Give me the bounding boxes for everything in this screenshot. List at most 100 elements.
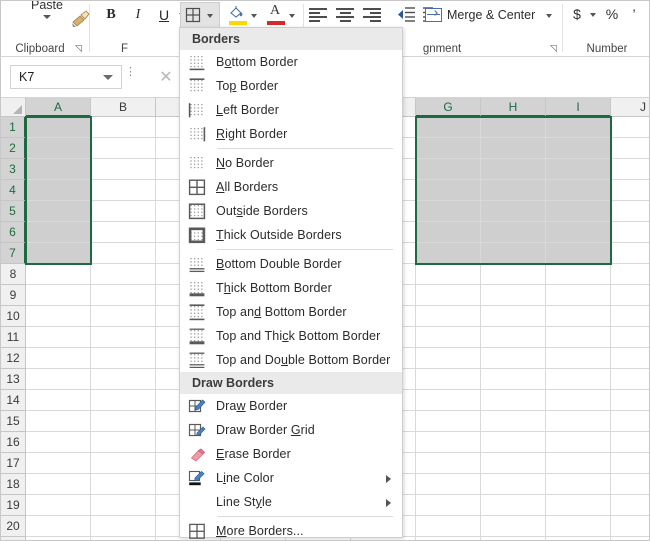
cell-B6[interactable]	[91, 222, 156, 243]
cell-J20[interactable]	[611, 516, 650, 537]
cell-H8[interactable]	[481, 264, 546, 285]
row-header-2[interactable]: 2	[1, 138, 26, 159]
cell-G8[interactable]	[416, 264, 481, 285]
row-header-5[interactable]: 5	[1, 201, 26, 222]
cell-G1[interactable]	[416, 117, 481, 138]
cell-G3[interactable]	[416, 159, 481, 180]
cell-H3[interactable]	[481, 159, 546, 180]
cell-J3[interactable]	[611, 159, 650, 180]
cell-A17[interactable]	[26, 453, 91, 474]
cell-J17[interactable]	[611, 453, 650, 474]
cell-I4[interactable]	[546, 180, 611, 201]
cell-H21[interactable]	[481, 537, 546, 541]
cell-H6[interactable]	[481, 222, 546, 243]
cell-B10[interactable]	[91, 306, 156, 327]
cell-H5[interactable]	[481, 201, 546, 222]
cell-I5[interactable]	[546, 201, 611, 222]
menu-item-bottom-border[interactable]: Bottom Border	[180, 50, 402, 74]
font-color-button[interactable]: A	[265, 4, 287, 26]
align-center-icon[interactable]	[336, 6, 356, 24]
row-header-15[interactable]: 15	[1, 411, 26, 432]
menu-item-draw-border[interactable]: Draw Border	[180, 394, 402, 418]
menu-item-line-style[interactable]: Line Style	[180, 490, 402, 514]
row-header-14[interactable]: 14	[1, 390, 26, 411]
row-header-7[interactable]: 7	[1, 243, 26, 264]
cell-A9[interactable]	[26, 285, 91, 306]
cell-J5[interactable]	[611, 201, 650, 222]
cell-H18[interactable]	[481, 474, 546, 495]
cell-A10[interactable]	[26, 306, 91, 327]
cell-H20[interactable]	[481, 516, 546, 537]
cell-I20[interactable]	[546, 516, 611, 537]
name-box[interactable]: K7	[10, 65, 122, 89]
column-header-j[interactable]: J	[611, 98, 650, 117]
alignment-dialog-launcher[interactable]: ◹	[550, 43, 561, 54]
row-header-4[interactable]: 4	[1, 180, 26, 201]
cell-B14[interactable]	[91, 390, 156, 411]
borders-dropdown-button[interactable]	[180, 2, 220, 27]
menu-item-thick-bottom-border[interactable]: Thick Bottom Border	[180, 276, 402, 300]
cell-G10[interactable]	[416, 306, 481, 327]
cell-I7[interactable]	[546, 243, 611, 264]
formula-bar-handle[interactable]: ⋮	[125, 70, 128, 84]
cell-H7[interactable]	[481, 243, 546, 264]
cell-G18[interactable]	[416, 474, 481, 495]
cell-G12[interactable]	[416, 348, 481, 369]
cell-I3[interactable]	[546, 159, 611, 180]
underline-button[interactable]: U	[153, 4, 175, 26]
cell-J12[interactable]	[611, 348, 650, 369]
cell-A15[interactable]	[26, 411, 91, 432]
cell-J7[interactable]	[611, 243, 650, 264]
cell-A12[interactable]	[26, 348, 91, 369]
cell-B3[interactable]	[91, 159, 156, 180]
cell-G19[interactable]	[416, 495, 481, 516]
cell-I19[interactable]	[546, 495, 611, 516]
row-header-12[interactable]: 12	[1, 348, 26, 369]
cell-I15[interactable]	[546, 411, 611, 432]
cell-A4[interactable]	[26, 180, 91, 201]
cell-H4[interactable]	[481, 180, 546, 201]
cell-H16[interactable]	[481, 432, 546, 453]
cell-A3[interactable]	[26, 159, 91, 180]
menu-item-all-borders[interactable]: All Borders	[180, 175, 402, 199]
cell-A1[interactable]	[26, 117, 91, 138]
chevron-right-icon[interactable]	[386, 499, 391, 507]
cell-I21[interactable]	[546, 537, 611, 541]
row-header-10[interactable]: 10	[1, 306, 26, 327]
row-header-20[interactable]: 20	[1, 516, 26, 537]
cell-G17[interactable]	[416, 453, 481, 474]
row-header-21[interactable]: 21	[1, 537, 26, 541]
chevron-down-icon[interactable]	[103, 75, 113, 80]
cell-G9[interactable]	[416, 285, 481, 306]
cell-J16[interactable]	[611, 432, 650, 453]
cell-A14[interactable]	[26, 390, 91, 411]
menu-item-draw-border-grid[interactable]: Draw Border Grid	[180, 418, 402, 442]
cell-B2[interactable]	[91, 138, 156, 159]
cell-B16[interactable]	[91, 432, 156, 453]
cell-H2[interactable]	[481, 138, 546, 159]
cell-J6[interactable]	[611, 222, 650, 243]
cell-J2[interactable]	[611, 138, 650, 159]
menu-item-right-border[interactable]: Right Border	[180, 122, 402, 146]
cell-A16[interactable]	[26, 432, 91, 453]
column-header-g[interactable]: G	[416, 98, 481, 117]
cell-A6[interactable]	[26, 222, 91, 243]
cell-H1[interactable]	[481, 117, 546, 138]
menu-item-line-color[interactable]: Line Color	[180, 466, 402, 490]
menu-item-thick-outside-borders[interactable]: Thick Outside Borders	[180, 223, 402, 247]
select-all-corner[interactable]	[1, 98, 26, 117]
cell-J19[interactable]	[611, 495, 650, 516]
row-header-9[interactable]: 9	[1, 285, 26, 306]
comma-format-button[interactable]: ’	[626, 3, 642, 25]
cell-A21[interactable]	[26, 537, 91, 541]
bold-button[interactable]: B	[100, 4, 122, 26]
cell-B1[interactable]	[91, 117, 156, 138]
paste-button[interactable]: Paste	[19, 0, 75, 33]
cell-I17[interactable]	[546, 453, 611, 474]
cell-I16[interactable]	[546, 432, 611, 453]
fill-color-dropdown-icon[interactable]	[251, 14, 257, 18]
row-header-3[interactable]: 3	[1, 159, 26, 180]
cell-B18[interactable]	[91, 474, 156, 495]
column-header-h[interactable]: H	[481, 98, 546, 117]
column-header-a[interactable]: A	[26, 98, 91, 117]
